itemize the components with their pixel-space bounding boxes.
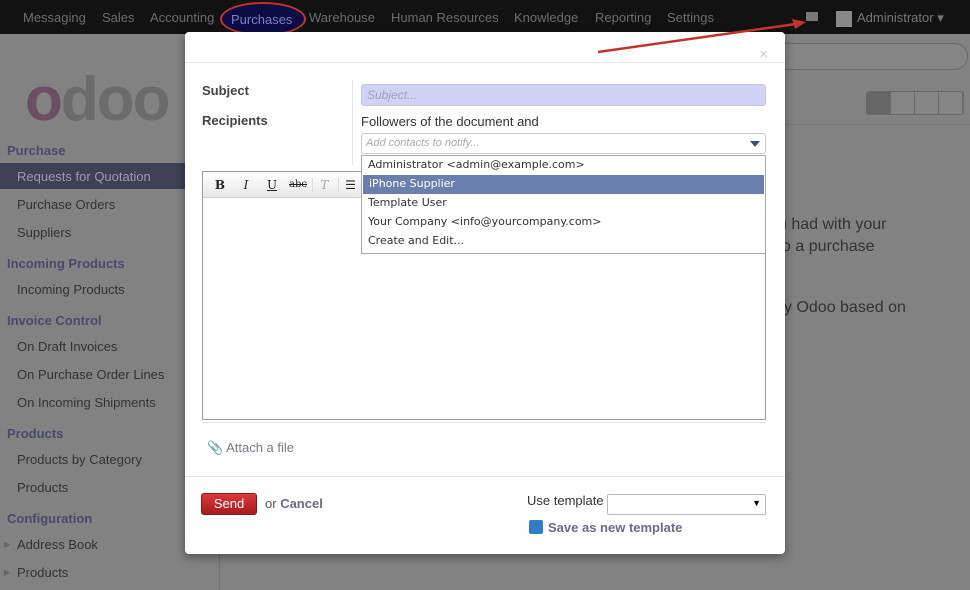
save-template-link[interactable]: Save as new template [529,520,682,535]
chevron-down-icon[interactable] [750,141,760,147]
sidebar-item-products[interactable]: Products [17,480,68,495]
divider [352,80,353,165]
remove-format-icon[interactable]: T [312,177,336,192]
help-text: y Odoo based on [784,299,906,316]
or-text: or [265,496,277,511]
sidebar-item-products-by-category[interactable]: Products by Category [17,452,142,467]
followers-text: Followers of the document and [361,114,539,129]
close-button[interactable]: × [759,46,768,63]
nav-settings[interactable]: Settings [667,10,714,25]
nav-purchases[interactable]: Purchases [220,2,306,36]
divider [185,476,785,477]
graph-view-button[interactable] [915,92,939,114]
sidebar-item-rfq[interactable]: Requests for Quotation [17,169,151,184]
option-iphone-supplier[interactable]: iPhone Supplier [363,175,764,194]
section-configuration: Configuration [7,511,93,526]
help-text: u had with your [778,216,887,233]
user-menu[interactable]: Administrator ▾ [857,10,944,26]
option-your-company[interactable]: Your Company <info@yourcompany.com> [362,213,765,232]
sidebar-item-address-book[interactable]: ▶ Address Book [4,537,98,552]
template-select[interactable]: ▼ [607,494,766,515]
option-create-and-edit[interactable]: Create and Edit... [362,232,765,251]
compose-dialog: × Subject Subject... Recipients Follower… [185,32,785,554]
bold-icon[interactable]: B [208,178,232,192]
recipients-label: Recipients [202,113,268,128]
subject-input[interactable]: Subject... [361,84,766,106]
cancel-link[interactable]: Cancel [280,496,323,511]
nav-sales[interactable]: Sales [102,10,135,25]
section-purchase: Purchase [7,143,66,158]
use-template-label: Use template [527,493,604,508]
nav-warehouse[interactable]: Warehouse [309,10,375,25]
nav-reporting[interactable]: Reporting [595,10,651,25]
attach-file-link[interactable]: 📎 Attach a file [207,440,294,456]
envelope-icon[interactable] [806,12,818,21]
help-text: o a purchase [782,238,875,255]
italic-icon[interactable]: I [234,178,258,192]
nav-human-resources[interactable]: Human Resources [391,10,499,25]
sidebar-item-po-lines[interactable]: On Purchase Order Lines [17,367,164,382]
divider [185,62,785,63]
section-invoice-control: Invoice Control [7,313,102,328]
list-view-button[interactable] [867,92,891,114]
section-products: Products [7,426,64,441]
bullet-list-icon[interactable]: ☰ [338,177,362,192]
avatar [836,11,852,27]
view-switcher [866,91,964,115]
sidebar-item-suppliers[interactable]: Suppliers [17,225,71,240]
cancel-group: or Cancel [265,496,323,511]
nav-purchases-label: Purchases [231,12,293,27]
label: Products [17,565,69,580]
label: Attach a file [226,440,295,455]
caret-down-icon: ▼ [752,498,761,508]
nav-accounting[interactable]: Accounting [150,10,214,25]
section-incoming: Incoming Products [7,256,125,271]
strikethrough-icon[interactable]: abc [286,179,310,190]
sidebar-item-purchase-orders[interactable]: Purchase Orders [17,197,115,212]
nav-messaging[interactable]: Messaging [23,10,86,25]
nav-knowledge[interactable]: Knowledge [514,10,578,25]
subject-label: Subject [202,83,249,98]
sidebar-item-incoming-products[interactable]: Incoming Products [17,282,125,297]
user-name: Administrator [857,10,934,25]
send-button[interactable]: Send [201,493,257,515]
odoo-logo: odoo [25,65,170,134]
calendar-view-button[interactable] [939,92,963,114]
contacts-dropdown: Administrator <admin@example.com> iPhone… [361,155,766,254]
contacts-input[interactable]: Add contacts to notify... [361,133,766,154]
form-view-button[interactable] [891,92,915,114]
sidebar-item-products-config[interactable]: ▶ Products [4,565,69,580]
caret-right-icon: ▶ [4,540,11,549]
sidebar-item-draft-invoices[interactable]: On Draft Invoices [17,339,117,354]
sidebar-item-shipments[interactable]: On Incoming Shipments [17,395,156,410]
option-template-user[interactable]: Template User [362,194,765,213]
divider [202,422,766,423]
caret-right-icon: ▶ [4,568,11,577]
placeholder: Add contacts to notify... [366,137,480,149]
top-navbar: Messaging Sales Accounting Purchases War… [0,0,970,36]
label: Save as new template [548,520,683,535]
option-administrator[interactable]: Administrator <admin@example.com> [362,156,765,175]
floppy-icon [529,520,543,534]
label: Address Book [17,537,98,552]
paperclip-icon: 📎 [207,440,224,455]
underline-icon[interactable]: U [260,178,284,192]
